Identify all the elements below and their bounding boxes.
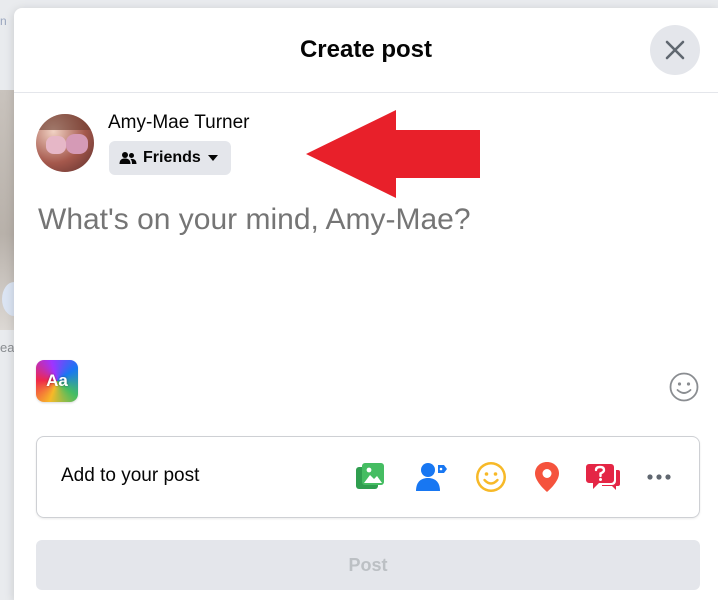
- author-name: Amy-Mae Turner: [108, 112, 250, 133]
- emoji-button[interactable]: [668, 371, 700, 408]
- tag-people-button[interactable]: [413, 459, 449, 495]
- photo-video-icon: [356, 463, 384, 489]
- avatar[interactable]: [36, 114, 94, 172]
- post-composer-input[interactable]: [36, 202, 680, 238]
- dialog-title: Create post: [299, 36, 433, 63]
- background-text: ea: [0, 340, 15, 355]
- feeling-icon: [476, 462, 506, 492]
- more-options-button[interactable]: [641, 459, 677, 495]
- feeling-activity-button[interactable]: [473, 459, 509, 495]
- background-style-label: Aa: [46, 371, 68, 390]
- question-button[interactable]: [585, 459, 621, 495]
- smiley-icon: [669, 372, 699, 402]
- add-to-post-bar: Add to your post: [36, 436, 700, 518]
- photo-video-button[interactable]: [353, 459, 389, 495]
- annotation-arrow: [306, 110, 480, 198]
- background-text: n: [0, 14, 7, 28]
- close-icon: [665, 40, 685, 60]
- check-in-icon: [535, 462, 559, 492]
- post-button-label: Post: [348, 554, 388, 575]
- caret-down-icon: [207, 155, 218, 161]
- more-icon: [647, 474, 671, 480]
- audience-label: Friends: [143, 149, 201, 166]
- create-post-dialog: Create post Amy-Mae Turner Friends Aa: [14, 8, 718, 600]
- tag-people-icon: [416, 463, 447, 491]
- check-in-button[interactable]: [529, 459, 565, 495]
- post-button[interactable]: Post: [36, 540, 700, 590]
- friends-icon: [119, 152, 137, 164]
- close-button[interactable]: [650, 25, 700, 75]
- question-icon: [586, 464, 620, 490]
- add-to-post-label: Add to your post: [61, 465, 200, 486]
- background-style-button[interactable]: Aa: [36, 360, 78, 402]
- dialog-header: Create post: [14, 8, 718, 93]
- audience-selector-button[interactable]: Friends: [109, 141, 231, 175]
